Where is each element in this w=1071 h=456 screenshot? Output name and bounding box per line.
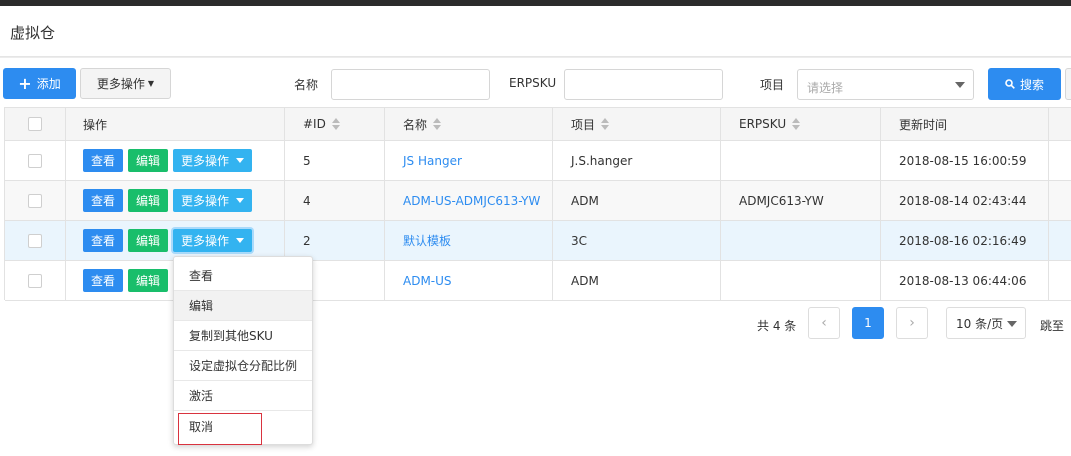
edit-button[interactable]: 编辑: [128, 229, 168, 252]
menu-item-edit[interactable]: 编辑: [174, 291, 312, 321]
pagination-prev-button[interactable]: ‹: [808, 307, 840, 339]
data-table: 操作 #ID 名称 项目 ERPSKU 更新时间 查看 编辑 更多操作 5 JS…: [4, 107, 1071, 301]
view-button[interactable]: 查看: [83, 269, 123, 292]
edit-button[interactable]: 编辑: [128, 149, 168, 172]
cell-name-link[interactable]: 默认模板: [403, 232, 451, 249]
extra-button-edge[interactable]: [1065, 68, 1071, 100]
row-more-button[interactable]: 更多操作: [173, 189, 252, 212]
sort-icon[interactable]: [601, 118, 610, 130]
menu-item-activate[interactable]: 激活: [174, 381, 312, 411]
cell-id: 4: [303, 193, 311, 208]
view-button[interactable]: 查看: [83, 229, 123, 252]
table-row: 查看 编辑 更多操作 2 默认模板 3C 2018-08-16 02:16:49: [5, 221, 1071, 261]
filter-erpsku-label: ERPSKU: [509, 76, 557, 90]
cell-name-link[interactable]: JS Hanger: [403, 154, 462, 168]
caret-down-icon: ▼: [147, 79, 155, 88]
select-arrow-icon: [955, 82, 965, 88]
search-button-label: 搜索: [1019, 77, 1044, 92]
table-row: 查看 编辑 更多操作 4 ADM-US-ADMJC613-YW ADM ADMJ…: [5, 181, 1071, 221]
page-size-value: 10 条/页: [956, 316, 1004, 331]
row-more-label: 更多操作: [180, 154, 229, 168]
more-actions-button[interactable]: 更多操作 ▼: [80, 68, 171, 99]
chevron-right-icon: ›: [909, 315, 915, 331]
column-header-name[interactable]: 名称: [403, 116, 427, 133]
filter-project-label: 项目: [760, 78, 785, 92]
select-all-checkbox[interactable]: [28, 117, 42, 131]
cell-id: 2: [303, 233, 311, 248]
cell-project: ADM: [571, 193, 599, 208]
pagination-jump-label: 跳至: [1040, 319, 1065, 333]
page-size-select[interactable]: 10 条/页: [946, 307, 1026, 339]
view-button[interactable]: 查看: [83, 189, 123, 212]
menu-item-view[interactable]: 查看: [174, 261, 312, 291]
view-button[interactable]: 查看: [83, 149, 123, 172]
select-arrow-icon: [1007, 321, 1017, 327]
menu-item-copy-to-sku[interactable]: 复制到其他SKU: [174, 321, 312, 351]
row-checkbox[interactable]: [28, 193, 42, 208]
pagination-page-button[interactable]: 1: [852, 307, 884, 339]
highlight-box: [178, 413, 262, 445]
sort-icon[interactable]: [331, 118, 340, 130]
row-checkbox[interactable]: [28, 233, 42, 248]
row-checkbox[interactable]: [28, 153, 42, 168]
table-row: 查看 编辑 更多操作 5 JS Hanger J.S.hanger 2018-0…: [5, 141, 1071, 181]
table-row: 查看 编辑 ADM-US ADM 2018-08-13 06:44:06: [5, 261, 1071, 301]
filter-project-placeholder: 请选择: [807, 81, 844, 95]
menu-item-set-allocation[interactable]: 设定虚拟仓分配比例: [174, 351, 312, 381]
cell-name-link[interactable]: ADM-US-ADMJC613-YW: [403, 194, 540, 208]
add-button[interactable]: + 添加: [3, 68, 76, 99]
filter-erpsku-input[interactable]: [564, 69, 723, 100]
row-more-button[interactable]: 更多操作: [173, 229, 252, 252]
column-header-updated: 更新时间: [899, 117, 948, 132]
more-actions-label: 更多操作: [96, 77, 145, 91]
caret-down-icon: [236, 198, 244, 203]
page-title: 虚拟仓: [10, 24, 56, 42]
cell-updated: 2018-08-15 16:00:59: [899, 153, 1027, 168]
filter-name-label: 名称: [294, 78, 319, 92]
cell-id: 5: [303, 153, 311, 168]
caret-down-icon: [236, 238, 244, 243]
search-button[interactable]: 搜索: [988, 68, 1061, 100]
sort-icon[interactable]: [792, 118, 801, 130]
add-button-label: 添加: [36, 77, 61, 91]
filter-project-select[interactable]: 请选择: [797, 69, 974, 100]
sort-icon[interactable]: [433, 118, 442, 130]
main-content: + 添加 更多操作 ▼ 名称 ERPSKU 项目 请选择 搜索 操作 #ID 名…: [0, 58, 1071, 456]
edit-button[interactable]: 编辑: [128, 189, 168, 212]
row-checkbox[interactable]: [28, 273, 42, 288]
table-header: 操作 #ID 名称 项目 ERPSKU 更新时间: [5, 108, 1071, 141]
pagination-total: 共 4 条: [757, 319, 797, 333]
row-more-label: 更多操作: [180, 194, 229, 208]
filter-name-input[interactable]: [331, 69, 490, 100]
cell-updated: 2018-08-16 02:16:49: [899, 233, 1027, 248]
column-header-erpsku[interactable]: ERPSKU: [739, 117, 786, 131]
column-header-actions: 操作: [83, 117, 108, 132]
plus-icon: +: [18, 73, 32, 93]
column-header-id[interactable]: #ID: [303, 117, 326, 131]
edit-button[interactable]: 编辑: [128, 269, 168, 292]
title-bar: 虚拟仓: [0, 6, 1071, 57]
caret-down-icon: [236, 158, 244, 163]
cell-project: J.S.hanger: [571, 153, 633, 168]
cell-project: 3C: [571, 233, 588, 248]
cell-erpsku: ADMJC613-YW: [739, 193, 824, 208]
cell-updated: 2018-08-13 06:44:06: [899, 273, 1027, 288]
column-header-project[interactable]: 项目: [571, 116, 595, 133]
cell-project: ADM: [571, 273, 599, 288]
row-more-label: 更多操作: [180, 234, 229, 248]
chevron-left-icon: ‹: [821, 315, 827, 331]
cell-updated: 2018-08-14 02:43:44: [899, 193, 1027, 208]
row-more-button[interactable]: 更多操作: [173, 149, 252, 172]
pagination-next-button[interactable]: ›: [896, 307, 928, 339]
cell-name-link[interactable]: ADM-US: [403, 274, 452, 288]
search-icon: [1005, 79, 1015, 89]
